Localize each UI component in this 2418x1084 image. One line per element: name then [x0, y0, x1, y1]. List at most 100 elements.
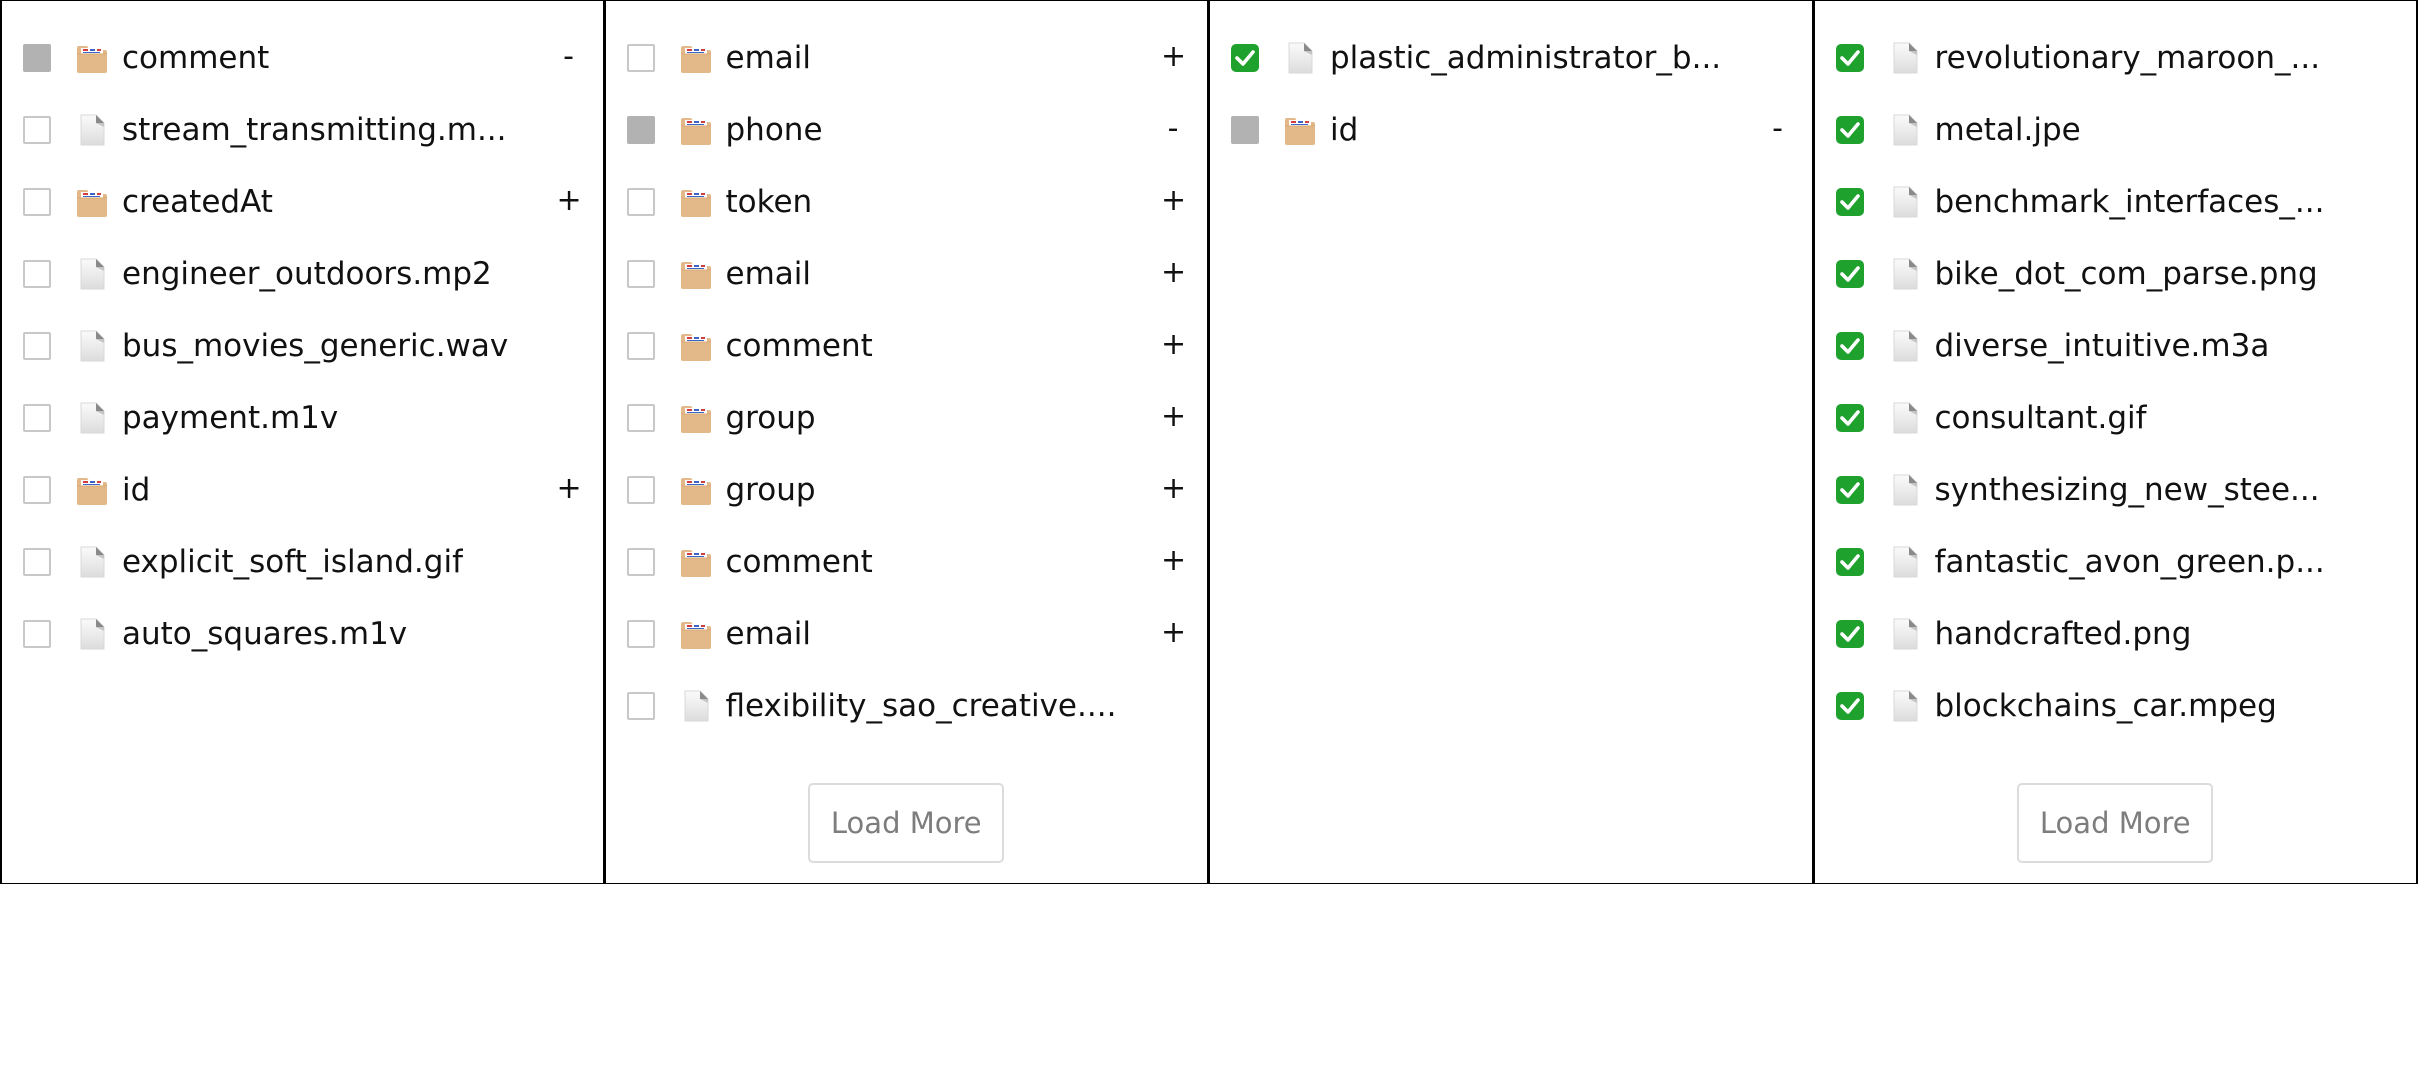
folder-row[interactable]: group +: [606, 454, 1208, 526]
file-row[interactable]: plastic_administrator_b...: [1210, 22, 1812, 94]
row-label: email: [725, 256, 812, 292]
expand-toggle[interactable]: +: [1161, 526, 1186, 598]
file-icon: [1888, 329, 1922, 363]
row-checkbox[interactable]: [626, 548, 655, 576]
row-checkbox[interactable]: [1835, 620, 1864, 648]
row-checkbox[interactable]: [1835, 116, 1864, 144]
folder-row[interactable]: createdAt +: [2, 166, 603, 238]
row-checkbox[interactable]: [1835, 332, 1864, 360]
folder-row[interactable]: comment +: [606, 526, 1208, 598]
folder-icon: [679, 113, 713, 147]
row-checkbox[interactable]: [1835, 548, 1864, 576]
load-more-button[interactable]: Load More: [2017, 783, 2214, 863]
file-row[interactable]: handcrafted.png: [1815, 598, 2417, 670]
file-icon: [1888, 41, 1922, 75]
row-checkbox[interactable]: [1835, 188, 1864, 216]
row-checkbox[interactable]: [23, 548, 51, 576]
folder-row[interactable]: group +: [606, 382, 1208, 454]
row-checkbox[interactable]: [626, 620, 655, 648]
folder-row[interactable]: email +: [606, 22, 1208, 94]
row-checkbox[interactable]: [1835, 476, 1864, 504]
folder-row[interactable]: comment +: [606, 310, 1208, 382]
expand-toggle[interactable]: +: [1161, 166, 1186, 238]
file-row[interactable]: fantastic_avon_green.p...: [1815, 526, 2417, 598]
file-row[interactable]: stream_transmitting.m...: [2, 94, 603, 166]
file-row[interactable]: bike_dot_com_parse.png: [1815, 238, 2417, 310]
row-label: auto_squares.m1v: [122, 616, 408, 652]
check-mark-icon: [1839, 554, 1860, 570]
folder-icon: [679, 401, 713, 435]
row-checkbox[interactable]: [626, 44, 655, 72]
row-checkbox[interactable]: [23, 116, 51, 144]
file-row[interactable]: consultant.gif: [1815, 382, 2417, 454]
expand-toggle[interactable]: +: [1161, 598, 1186, 670]
row-checkbox[interactable]: [23, 476, 51, 504]
expand-toggle[interactable]: +: [1161, 382, 1186, 454]
folder-icon: [679, 41, 713, 75]
row-label: id: [122, 472, 151, 508]
file-row[interactable]: bus_movies_generic.wav: [2, 310, 603, 382]
row-checkbox[interactable]: [1835, 404, 1864, 432]
check-mark-icon: [1235, 50, 1255, 66]
load-more-button[interactable]: Load More: [808, 783, 1005, 863]
row-label: email: [725, 616, 812, 652]
folder-row[interactable]: comment -: [2, 22, 603, 94]
row-checkbox[interactable]: [626, 476, 655, 504]
row-checkbox[interactable]: [626, 260, 655, 288]
file-row[interactable]: engineer_outdoors.mp2: [2, 238, 603, 310]
row-checkbox[interactable]: [1231, 116, 1259, 144]
file-row[interactable]: blockchains_car.mpeg: [1815, 670, 2417, 742]
folder-icon: [679, 545, 713, 579]
file-icon: [75, 401, 109, 435]
collapse-toggle[interactable]: -: [557, 22, 581, 94]
row-checkbox[interactable]: [23, 260, 51, 288]
file-row[interactable]: diverse_intuitive.m3a: [1815, 310, 2417, 382]
expand-toggle[interactable]: +: [1161, 310, 1186, 382]
folder-row[interactable]: id -: [1210, 94, 1812, 166]
check-mark-icon: [1839, 50, 1860, 66]
row-checkbox[interactable]: [626, 116, 655, 144]
expand-toggle[interactable]: +: [557, 454, 582, 526]
file-row[interactable]: auto_squares.m1v: [2, 598, 603, 670]
check-mark-icon: [1839, 482, 1860, 498]
file-row[interactable]: synthesizing_new_stee...: [1815, 454, 2417, 526]
file-row[interactable]: explicit_soft_island.gif: [2, 526, 603, 598]
file-row[interactable]: benchmark_interfaces_...: [1815, 166, 2417, 238]
file-row[interactable]: revolutionary_maroon_...: [1815, 22, 2417, 94]
row-checkbox[interactable]: [23, 188, 51, 216]
file-row[interactable]: metal.jpe: [1815, 94, 2417, 166]
expand-toggle[interactable]: +: [1161, 454, 1186, 526]
row-label: flexibility_sao_creative....: [725, 688, 1117, 724]
row-checkbox[interactable]: [23, 404, 51, 432]
collapse-toggle[interactable]: -: [1161, 94, 1185, 166]
expand-toggle[interactable]: +: [557, 166, 582, 238]
row-checkbox[interactable]: [626, 404, 655, 432]
folder-row[interactable]: token +: [606, 166, 1208, 238]
row-checkbox[interactable]: [626, 332, 655, 360]
file-icon: [75, 257, 109, 291]
collapse-toggle[interactable]: -: [1766, 94, 1790, 166]
column-list: revolutionary_maroon_... metal.jpe benchma…: [1815, 1, 2417, 742]
row-checkbox[interactable]: [23, 332, 51, 360]
folder-icon: [1283, 113, 1317, 147]
row-checkbox[interactable]: [1835, 692, 1864, 720]
expand-toggle[interactable]: +: [1161, 22, 1186, 94]
file-row[interactable]: payment.m1v: [2, 382, 603, 454]
folder-icon: [75, 41, 109, 75]
row-checkbox[interactable]: [1835, 260, 1864, 288]
folder-row[interactable]: phone -: [606, 94, 1208, 166]
folder-row[interactable]: email +: [606, 598, 1208, 670]
expand-toggle[interactable]: +: [1161, 238, 1186, 310]
folder-row[interactable]: id +: [2, 454, 603, 526]
row-checkbox[interactable]: [23, 620, 51, 648]
row-checkbox[interactable]: [23, 44, 51, 72]
folder-row[interactable]: email +: [606, 238, 1208, 310]
row-checkbox[interactable]: [1231, 44, 1259, 72]
file-row[interactable]: flexibility_sao_creative....: [606, 670, 1208, 742]
column-list: plastic_administrator_b... id -: [1210, 1, 1812, 166]
row-label: consultant.gif: [1934, 400, 2147, 436]
row-checkbox[interactable]: [626, 692, 655, 720]
row-checkbox[interactable]: [1835, 44, 1864, 72]
row-checkbox[interactable]: [626, 188, 655, 216]
row-label: email: [725, 40, 812, 76]
